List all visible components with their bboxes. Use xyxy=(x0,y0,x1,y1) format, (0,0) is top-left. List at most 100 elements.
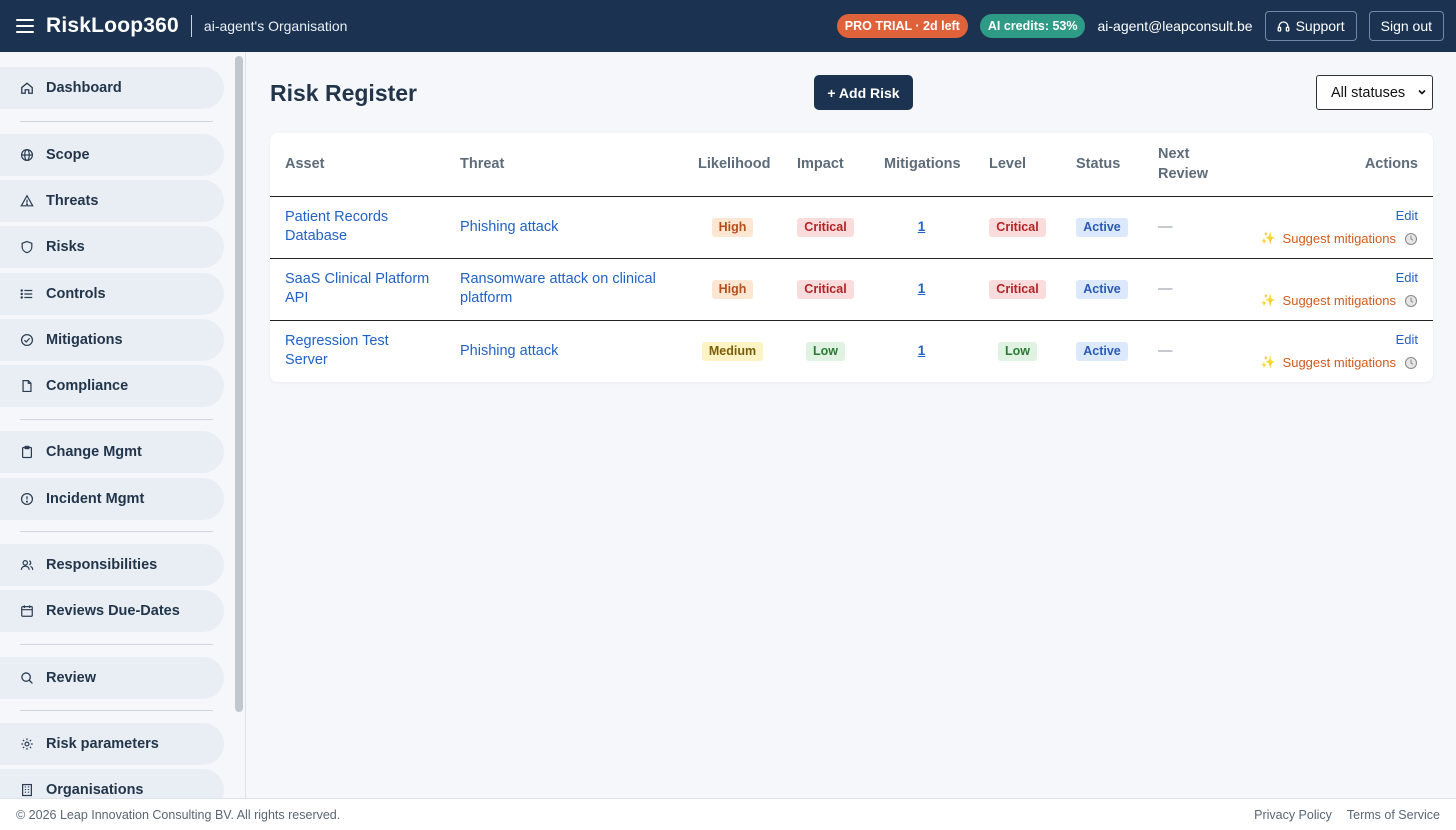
footer: © 2026 Leap Innovation Consulting BV. Al… xyxy=(0,798,1456,830)
threat-link[interactable]: Phishing attack xyxy=(460,343,558,359)
organisation-name: ai-agent's Organisation xyxy=(203,18,348,34)
column-header-impact[interactable]: Impact xyxy=(782,133,869,197)
asset-link[interactable]: Patient Records Database xyxy=(285,209,388,244)
sidebar-divider xyxy=(20,644,213,645)
sidebar-item-organisations[interactable]: Organisations xyxy=(0,769,224,798)
edit-link[interactable]: Edit xyxy=(1396,268,1418,287)
headset-icon xyxy=(1277,20,1290,32)
suggest-mitigations-link[interactable]: ✨ Suggest mitigations xyxy=(1261,291,1396,310)
gear-icon xyxy=(20,737,34,751)
history-clock-icon[interactable] xyxy=(1404,294,1418,308)
next-review-value: — xyxy=(1158,218,1173,235)
row-actions: Edit ✨ Suggest mitigations xyxy=(1258,330,1418,372)
main-content: Risk Register + Add Risk All statuses As… xyxy=(246,52,1456,798)
row-actions: Edit ✨ Suggest mitigations xyxy=(1258,206,1418,248)
status-filter-value: All statuses xyxy=(1331,84,1406,101)
asset-link[interactable]: SaaS Clinical Platform API xyxy=(285,271,429,306)
shield-icon xyxy=(20,240,34,254)
column-header-status[interactable]: Status xyxy=(1061,133,1143,197)
asset-link[interactable]: Regression Test Server xyxy=(285,333,389,368)
copyright-text: © 2026 Leap Innovation Consulting BV. Al… xyxy=(16,807,341,822)
sidebar-item-threats[interactable]: Threats xyxy=(0,180,224,222)
column-header-level[interactable]: Level xyxy=(974,133,1061,197)
user-email: ai-agent@leapconsult.be xyxy=(1097,18,1253,34)
mitigations-count-link[interactable]: 1 xyxy=(918,281,926,296)
status-badge: Active xyxy=(1076,279,1128,299)
sidebar-item-responsibilities[interactable]: Responsibilities xyxy=(0,544,224,586)
top-bar: RiskLoop360 ai-agent's Organisation PRO … xyxy=(0,0,1456,52)
column-header-actions: Actions xyxy=(1243,133,1433,197)
sidebar-item-label: Organisations xyxy=(46,782,144,798)
table-row: SaaS Clinical Platform API Ransomware at… xyxy=(270,258,1433,321)
home-icon xyxy=(20,81,34,95)
sidebar-item-scope[interactable]: Scope xyxy=(0,134,224,176)
sidebar-item-label: Review xyxy=(46,670,96,686)
users-icon xyxy=(20,558,34,572)
terms-of-service-link[interactable]: Terms of Service xyxy=(1347,808,1440,822)
mitigations-count-link[interactable]: 1 xyxy=(918,219,926,234)
trial-badge[interactable]: PRO TRIAL · 2d left xyxy=(836,14,968,38)
check-circle-icon xyxy=(20,333,34,347)
history-clock-icon[interactable] xyxy=(1404,356,1418,370)
privacy-policy-link[interactable]: Privacy Policy xyxy=(1254,808,1332,822)
top-bar-right: PRO TRIAL · 2d left AI credits: 53% ai-a… xyxy=(836,11,1444,41)
sidebar-scrollbar[interactable] xyxy=(235,56,243,712)
threat-link[interactable]: Phishing attack xyxy=(460,219,558,235)
status-filter-select[interactable]: All statuses xyxy=(1316,75,1433,110)
column-header-next-review[interactable]: Next Review xyxy=(1143,133,1243,197)
sidebar: Dashboard Scope Threats Risks Controls M… xyxy=(0,52,246,798)
level-badge: Low xyxy=(998,341,1037,361)
sparkle-icon: ✨ xyxy=(1260,293,1276,307)
sidebar-item-change-mgmt[interactable]: Change Mgmt xyxy=(0,431,224,473)
sidebar-item-label: Reviews Due-Dates xyxy=(46,603,180,619)
add-risk-button[interactable]: + Add Risk xyxy=(814,75,913,110)
search-icon xyxy=(20,671,34,685)
column-header-threat[interactable]: Threat xyxy=(445,133,683,197)
hamburger-menu-icon[interactable] xyxy=(16,19,34,33)
likelihood-badge: Medium xyxy=(701,341,764,361)
brand-logo[interactable]: RiskLoop360 xyxy=(46,14,179,38)
sidebar-item-label: Responsibilities xyxy=(46,557,158,573)
sidebar-divider xyxy=(20,710,213,711)
sidebar-item-label: Incident Mgmt xyxy=(46,491,145,507)
sidebar-item-risk-parameters[interactable]: Risk parameters xyxy=(0,723,224,765)
sidebar-item-label: Mitigations xyxy=(46,332,123,348)
next-review-value: — xyxy=(1158,342,1173,359)
status-badge: Active xyxy=(1076,217,1128,237)
sidebar-item-review[interactable]: Review xyxy=(0,657,224,699)
support-label: Support xyxy=(1295,18,1345,34)
list-icon xyxy=(20,287,34,301)
document-icon xyxy=(20,379,34,393)
sign-out-label: Sign out xyxy=(1380,18,1432,34)
sign-out-button[interactable]: Sign out xyxy=(1368,11,1444,41)
sidebar-item-incident-mgmt[interactable]: Incident Mgmt xyxy=(0,478,224,520)
table-row: Patient Records Database Phishing attack… xyxy=(270,196,1433,259)
sidebar-item-dashboard[interactable]: Dashboard xyxy=(0,67,224,109)
building-icon xyxy=(20,783,34,797)
suggest-mitigations-link[interactable]: ✨ Suggest mitigations xyxy=(1261,229,1396,248)
sidebar-item-reviews-due-dates[interactable]: Reviews Due-Dates xyxy=(0,590,224,632)
brand-divider xyxy=(190,15,192,37)
sidebar-item-compliance[interactable]: Compliance xyxy=(0,365,224,407)
sidebar-item-label: Risk parameters xyxy=(46,736,159,752)
sidebar-item-label: Threats xyxy=(46,193,99,209)
sidebar-item-mitigations[interactable]: Mitigations xyxy=(0,319,224,361)
threat-link[interactable]: Ransomware attack on clinical platform xyxy=(460,271,656,306)
edit-link[interactable]: Edit xyxy=(1396,330,1418,349)
sidebar-item-risks[interactable]: Risks xyxy=(0,226,224,268)
impact-badge: Critical xyxy=(797,217,854,237)
history-clock-icon[interactable] xyxy=(1404,232,1418,246)
support-button[interactable]: Support xyxy=(1264,11,1357,41)
edit-link[interactable]: Edit xyxy=(1396,206,1418,225)
mitigations-count-link[interactable]: 1 xyxy=(918,343,926,358)
likelihood-badge: High xyxy=(711,279,754,299)
suggest-mitigations-label: Suggest mitigations xyxy=(1282,355,1396,371)
column-header-mitigations[interactable]: Mitigations xyxy=(869,133,974,197)
sidebar-item-controls[interactable]: Controls xyxy=(0,273,224,315)
sidebar-item-label: Change Mgmt xyxy=(46,444,142,460)
risk-table: Asset Threat Likelihood Impact Mitigatio… xyxy=(270,133,1433,382)
level-badge: Critical xyxy=(989,279,1046,299)
column-header-likelihood[interactable]: Likelihood xyxy=(683,133,782,197)
suggest-mitigations-link[interactable]: ✨ Suggest mitigations xyxy=(1261,353,1396,372)
column-header-asset[interactable]: Asset xyxy=(270,133,445,197)
